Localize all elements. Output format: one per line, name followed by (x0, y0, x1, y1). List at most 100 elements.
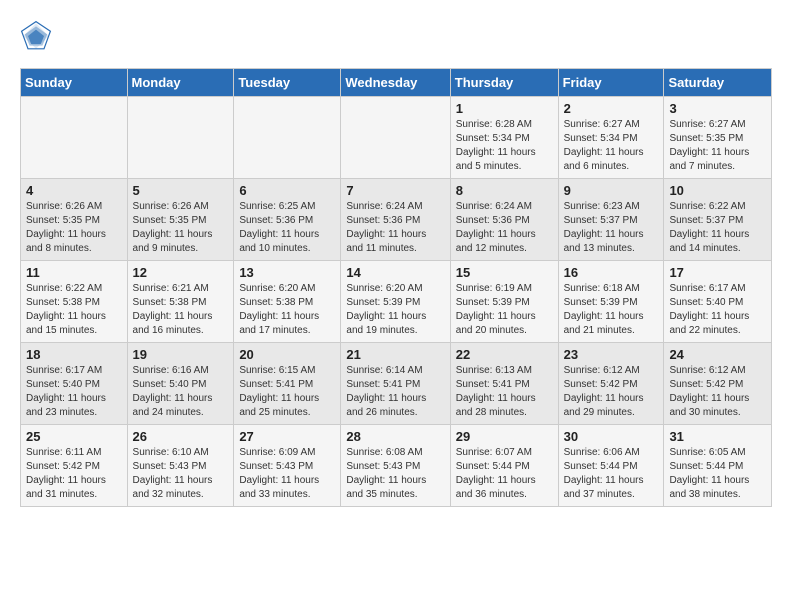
calendar-header: SundayMondayTuesdayWednesdayThursdayFrid… (21, 69, 772, 97)
calendar-body: 1 Sunrise: 6:28 AM Sunset: 5:34 PM Daylig… (21, 97, 772, 507)
day-number: 16 (564, 265, 659, 280)
calendar-cell: 22 Sunrise: 6:13 AM Sunset: 5:41 PM Dayli… (450, 343, 558, 425)
day-info: Sunrise: 6:11 AM Sunset: 5:42 PM Dayligh… (26, 446, 122, 502)
calendar-cell: 28 Sunrise: 6:08 AM Sunset: 5:43 PM Dayli… (341, 425, 450, 507)
day-number: 15 (456, 265, 553, 280)
calendar-cell (234, 97, 341, 179)
calendar-cell: 16 Sunrise: 6:18 AM Sunset: 5:39 PM Dayli… (558, 261, 664, 343)
day-number: 1 (456, 101, 553, 116)
week-row-4: 25 Sunrise: 6:11 AM Sunset: 5:42 PM Dayli… (21, 425, 772, 507)
calendar-cell: 20 Sunrise: 6:15 AM Sunset: 5:41 PM Dayli… (234, 343, 341, 425)
day-info: Sunrise: 6:24 AM Sunset: 5:36 PM Dayligh… (456, 200, 553, 256)
logo (20, 20, 56, 52)
calendar-cell (21, 97, 128, 179)
calendar-cell (341, 97, 450, 179)
logo-icon (20, 20, 52, 52)
calendar-cell: 23 Sunrise: 6:12 AM Sunset: 5:42 PM Dayli… (558, 343, 664, 425)
day-info: Sunrise: 6:25 AM Sunset: 5:36 PM Dayligh… (239, 200, 335, 256)
day-number: 27 (239, 429, 335, 444)
day-number: 31 (669, 429, 766, 444)
day-number: 11 (26, 265, 122, 280)
day-info: Sunrise: 6:06 AM Sunset: 5:44 PM Dayligh… (564, 446, 659, 502)
day-info: Sunrise: 6:17 AM Sunset: 5:40 PM Dayligh… (26, 364, 122, 420)
day-info: Sunrise: 6:26 AM Sunset: 5:35 PM Dayligh… (133, 200, 229, 256)
day-info: Sunrise: 6:12 AM Sunset: 5:42 PM Dayligh… (564, 364, 659, 420)
day-info: Sunrise: 6:16 AM Sunset: 5:40 PM Dayligh… (133, 364, 229, 420)
day-number: 4 (26, 183, 122, 198)
day-number: 5 (133, 183, 229, 198)
day-number: 20 (239, 347, 335, 362)
day-number: 7 (346, 183, 444, 198)
calendar-cell: 5 Sunrise: 6:26 AM Sunset: 5:35 PM Daylig… (127, 179, 234, 261)
day-info: Sunrise: 6:20 AM Sunset: 5:39 PM Dayligh… (346, 282, 444, 338)
day-info: Sunrise: 6:09 AM Sunset: 5:43 PM Dayligh… (239, 446, 335, 502)
calendar-cell: 17Sunrise: 6:17 AM Sunset: 5:40 PM Dayli… (664, 261, 772, 343)
calendar-cell: 14Sunrise: 6:20 AM Sunset: 5:39 PM Dayli… (341, 261, 450, 343)
day-info: Sunrise: 6:20 AM Sunset: 5:38 PM Dayligh… (239, 282, 335, 338)
calendar-cell: 3 Sunrise: 6:27 AM Sunset: 5:35 PM Daylig… (664, 97, 772, 179)
week-row-1: 4 Sunrise: 6:26 AM Sunset: 5:35 PM Daylig… (21, 179, 772, 261)
day-info: Sunrise: 6:24 AM Sunset: 5:36 PM Dayligh… (346, 200, 444, 256)
day-number: 6 (239, 183, 335, 198)
day-info: Sunrise: 6:15 AM Sunset: 5:41 PM Dayligh… (239, 364, 335, 420)
day-number: 22 (456, 347, 553, 362)
header-day-monday: Monday (127, 69, 234, 97)
week-row-2: 11 Sunrise: 6:22 AM Sunset: 5:38 PM Dayli… (21, 261, 772, 343)
day-info: Sunrise: 6:21 AM Sunset: 5:38 PM Dayligh… (133, 282, 229, 338)
week-row-0: 1 Sunrise: 6:28 AM Sunset: 5:34 PM Daylig… (21, 97, 772, 179)
day-number: 3 (669, 101, 766, 116)
day-info: Sunrise: 6:08 AM Sunset: 5:43 PM Dayligh… (346, 446, 444, 502)
day-number: 19 (133, 347, 229, 362)
calendar-cell: 26 Sunrise: 6:10 AM Sunset: 5:43 PM Dayli… (127, 425, 234, 507)
calendar-cell: 12Sunrise: 6:21 AM Sunset: 5:38 PM Dayli… (127, 261, 234, 343)
header-day-friday: Friday (558, 69, 664, 97)
header-day-tuesday: Tuesday (234, 69, 341, 97)
calendar-cell: 18 Sunrise: 6:17 AM Sunset: 5:40 PM Dayli… (21, 343, 128, 425)
day-info: Sunrise: 6:19 AM Sunset: 5:39 PM Dayligh… (456, 282, 553, 338)
header-day-wednesday: Wednesday (341, 69, 450, 97)
day-number: 23 (564, 347, 659, 362)
day-info: Sunrise: 6:12 AM Sunset: 5:42 PM Dayligh… (669, 364, 766, 420)
day-number: 30 (564, 429, 659, 444)
day-info: Sunrise: 6:22 AM Sunset: 5:38 PM Dayligh… (26, 282, 122, 338)
day-number: 26 (133, 429, 229, 444)
day-info: Sunrise: 6:27 AM Sunset: 5:34 PM Dayligh… (564, 118, 659, 174)
day-info: Sunrise: 6:27 AM Sunset: 5:35 PM Dayligh… (669, 118, 766, 174)
day-info: Sunrise: 6:23 AM Sunset: 5:37 PM Dayligh… (564, 200, 659, 256)
day-info: Sunrise: 6:17 AM Sunset: 5:40 PM Dayligh… (669, 282, 766, 338)
header-day-sunday: Sunday (21, 69, 128, 97)
day-number: 2 (564, 101, 659, 116)
calendar-cell (127, 97, 234, 179)
calendar-cell: 29Sunrise: 6:07 AM Sunset: 5:44 PM Dayli… (450, 425, 558, 507)
day-number: 25 (26, 429, 122, 444)
calendar-cell: 30 Sunrise: 6:06 AM Sunset: 5:44 PM Dayli… (558, 425, 664, 507)
page-header (20, 20, 772, 52)
day-number: 18 (26, 347, 122, 362)
day-info: Sunrise: 6:10 AM Sunset: 5:43 PM Dayligh… (133, 446, 229, 502)
calendar-cell: 21Sunrise: 6:14 AM Sunset: 5:41 PM Dayli… (341, 343, 450, 425)
calendar-cell: 9Sunrise: 6:23 AM Sunset: 5:37 PM Daylig… (558, 179, 664, 261)
calendar-cell: 24 Sunrise: 6:12 AM Sunset: 5:42 PM Dayli… (664, 343, 772, 425)
calendar-cell: 27 Sunrise: 6:09 AM Sunset: 5:43 PM Dayli… (234, 425, 341, 507)
calendar-cell: 13 Sunrise: 6:20 AM Sunset: 5:38 PM Dayli… (234, 261, 341, 343)
header-day-saturday: Saturday (664, 69, 772, 97)
calendar-cell: 7 Sunrise: 6:24 AM Sunset: 5:36 PM Daylig… (341, 179, 450, 261)
calendar-cell: 19 Sunrise: 6:16 AM Sunset: 5:40 PM Dayli… (127, 343, 234, 425)
day-number: 13 (239, 265, 335, 280)
calendar-cell: 10Sunrise: 6:22 AM Sunset: 5:37 PM Dayli… (664, 179, 772, 261)
day-number: 8 (456, 183, 553, 198)
day-info: Sunrise: 6:28 AM Sunset: 5:34 PM Dayligh… (456, 118, 553, 174)
day-number: 21 (346, 347, 444, 362)
day-info: Sunrise: 6:18 AM Sunset: 5:39 PM Dayligh… (564, 282, 659, 338)
day-info: Sunrise: 6:22 AM Sunset: 5:37 PM Dayligh… (669, 200, 766, 256)
calendar-cell: 8 Sunrise: 6:24 AM Sunset: 5:36 PM Daylig… (450, 179, 558, 261)
header-day-thursday: Thursday (450, 69, 558, 97)
day-number: 24 (669, 347, 766, 362)
day-number: 28 (346, 429, 444, 444)
day-info: Sunrise: 6:26 AM Sunset: 5:35 PM Dayligh… (26, 200, 122, 256)
day-number: 29 (456, 429, 553, 444)
calendar-cell: 11 Sunrise: 6:22 AM Sunset: 5:38 PM Dayli… (21, 261, 128, 343)
day-info: Sunrise: 6:13 AM Sunset: 5:41 PM Dayligh… (456, 364, 553, 420)
day-info: Sunrise: 6:05 AM Sunset: 5:44 PM Dayligh… (669, 446, 766, 502)
calendar-cell: 4 Sunrise: 6:26 AM Sunset: 5:35 PM Daylig… (21, 179, 128, 261)
